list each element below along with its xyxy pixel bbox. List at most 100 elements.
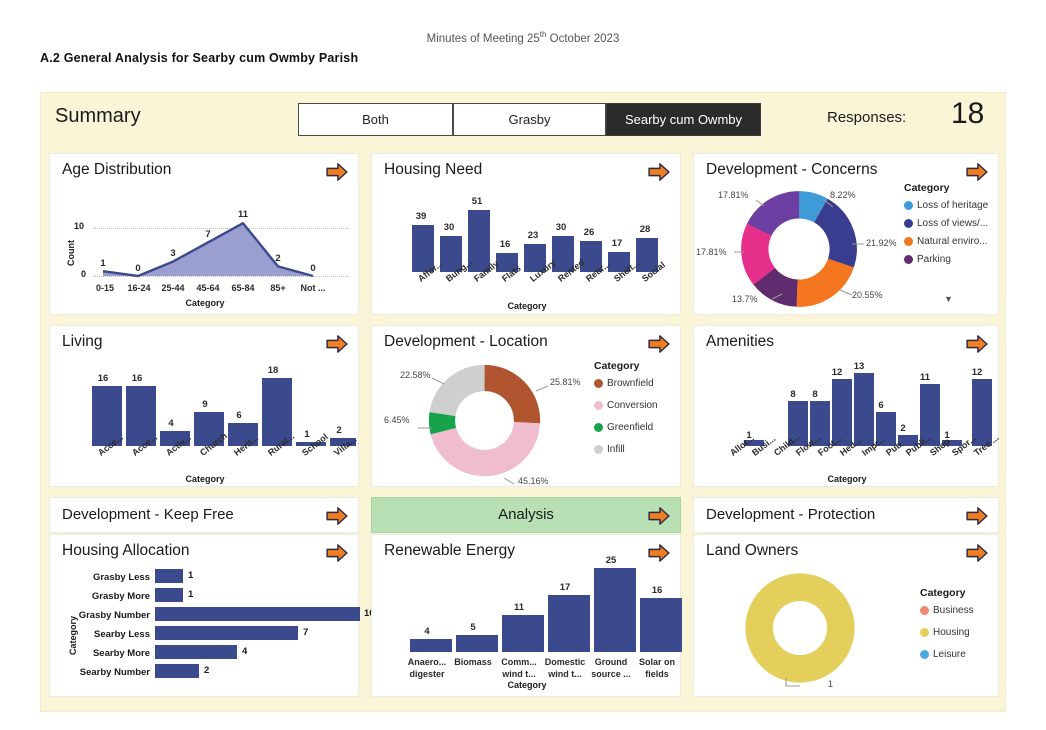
legend-title: Category [594,360,640,372]
bar-value: 11 [513,602,525,613]
x-axis-label: Category [507,680,547,690]
expand-arrow-icon[interactable] [326,507,348,525]
card-development-location: Development - Location 25.81% 45.16% 6.4… [371,325,681,487]
bar-value: 26 [583,227,595,238]
legend-label: Brownfield [607,378,654,389]
expand-arrow-icon[interactable] [648,507,670,525]
bar-value: 2 [900,423,906,434]
card-title-development-concerns: Development - Concerns [706,161,878,178]
x-axis-label: Category [507,301,547,311]
dashboard-page: Minutes of Meeting 25th October 2023 A.2… [0,0,1046,730]
bar [640,598,682,652]
filter-searby-cum-owmby[interactable]: Searby cum Owmby [606,103,761,136]
responses-count: 18 [951,97,985,130]
chart-area-age-distribution: Count 10 0 1 0 3 7 11 2 0 0-15 16-24 25-… [50,188,360,316]
x-tick-label: Not ... [300,283,326,293]
x-tick-label: 45-64 [196,283,220,293]
bar [155,607,360,621]
x-tick-label: 25-44 [161,283,185,293]
slice-percent: 6.45% [384,415,410,425]
filter-grasby[interactable]: Grasby [453,103,606,136]
x-tick-label: 16-24 [127,283,151,293]
legend-item[interactable]: Conversion [594,400,680,411]
card-title-development-location: Development - Location [384,333,548,350]
legend-label: Loss of heritage [917,200,989,211]
expand-arrow-icon[interactable] [326,335,348,353]
bar-value: 11 [919,372,931,383]
expand-arrow-icon[interactable] [966,335,988,353]
responses-label: Responses: [827,109,907,126]
expand-arrow-icon[interactable] [326,544,348,562]
legend-swatch-icon [920,650,929,659]
slice-percent: 20.55% [852,290,883,300]
legend-location: Category Brownfield Conversion Greenfiel… [594,360,680,462]
bar [410,639,452,652]
legend-item[interactable]: Loss of heritage [904,200,996,211]
band-label: Analysis [498,506,554,523]
chart-area-renewable-energy: 4 5 11 17 25 16 Anaero... digester Bioma… [372,555,682,698]
expand-arrow-icon[interactable] [648,163,670,181]
x-tick-label: 85+ [270,283,286,293]
bar-value: 39 [415,211,427,222]
legend-label: Business [933,605,974,616]
filter-both[interactable]: Both [298,103,453,136]
y-tick-label: Grasby Number [78,610,150,621]
bar [155,626,298,640]
legend-item[interactable]: Natural enviro... [904,236,996,247]
legend-label: Loss of views/... [917,218,989,229]
point-label: 0 [135,263,141,274]
expand-arrow-icon[interactable] [648,544,670,562]
slice-percent: 21.92% [866,238,897,248]
bar-value: 28 [639,224,651,235]
card-housing-need: Housing Need 39 30 51 16 23 30 26 17 28 … [371,153,681,315]
legend-label: Housing [933,627,970,638]
x-axis-label: Category [827,474,867,484]
y-tick-label: Grasby More [91,591,150,602]
legend-item[interactable]: Parking [904,254,996,265]
pie-leader-line [785,678,800,687]
expand-arrow-icon[interactable] [966,507,988,525]
summary-label: Summary [55,105,141,127]
header-suffix: October 2023 [546,32,620,45]
legend-swatch-icon [904,255,913,264]
bar-value: 18 [267,365,279,376]
band-analysis[interactable]: Analysis [371,497,681,533]
slice-percent: 17.81% [718,190,749,200]
document-header: Minutes of Meeting 25th October 2023 [0,30,1046,45]
chevron-down-icon[interactable]: ▼ [944,294,953,304]
legend-swatch-icon [904,237,913,246]
bar-value: 13 [853,361,865,372]
bar-value: 16 [651,585,663,596]
chart-area-living: 16 16 4 9 6 18 1 2 Acce... Acce... Activ… [50,356,360,488]
card-amenities: Amenities 1 8 8 12 13 6 2 11 1 12 Allot.… [693,325,1001,487]
bar-value: 51 [471,196,483,207]
legend-item[interactable]: Infill [594,444,680,455]
expand-arrow-icon[interactable] [648,335,670,353]
y-tick-label: Searby More [92,648,150,659]
expand-arrow-icon[interactable] [966,544,988,562]
legend-swatch-icon [594,423,603,432]
chart-area-housing-need: 39 30 51 16 23 30 26 17 28 Affor... Bung… [372,184,682,316]
legend-item[interactable]: Leisure [920,649,996,660]
legend-item[interactable]: Brownfield [594,378,680,389]
dashboard-panel: Summary Both Grasby Searby cum Owmby Res… [40,92,1006,712]
legend-land-owners: Category Business Housing Leisure [920,587,996,667]
bar-value: 4 [168,418,174,429]
area-series [102,222,314,278]
legend-item[interactable]: Business [920,605,996,616]
legend-concerns: Category Loss of heritage Loss of views/… [904,182,996,272]
expand-arrow-icon[interactable] [326,163,348,181]
slice-percent: 8.22% [830,190,856,200]
band-development-protection[interactable]: Development - Protection [693,497,999,533]
expand-arrow-icon[interactable] [966,163,988,181]
bar [155,645,237,659]
band-development-keep-free[interactable]: Development - Keep Free [49,497,359,533]
legend-item[interactable]: Greenfield [594,422,680,433]
bar-value: 1 [188,589,194,600]
legend-item[interactable]: Housing [920,627,996,638]
point-label: 7 [205,229,211,240]
x-axis-label: Category [185,298,225,308]
card-title-housing-need: Housing Need [384,161,483,178]
legend-label: Natural enviro... [917,236,988,247]
legend-item[interactable]: Loss of views/... [904,218,996,229]
